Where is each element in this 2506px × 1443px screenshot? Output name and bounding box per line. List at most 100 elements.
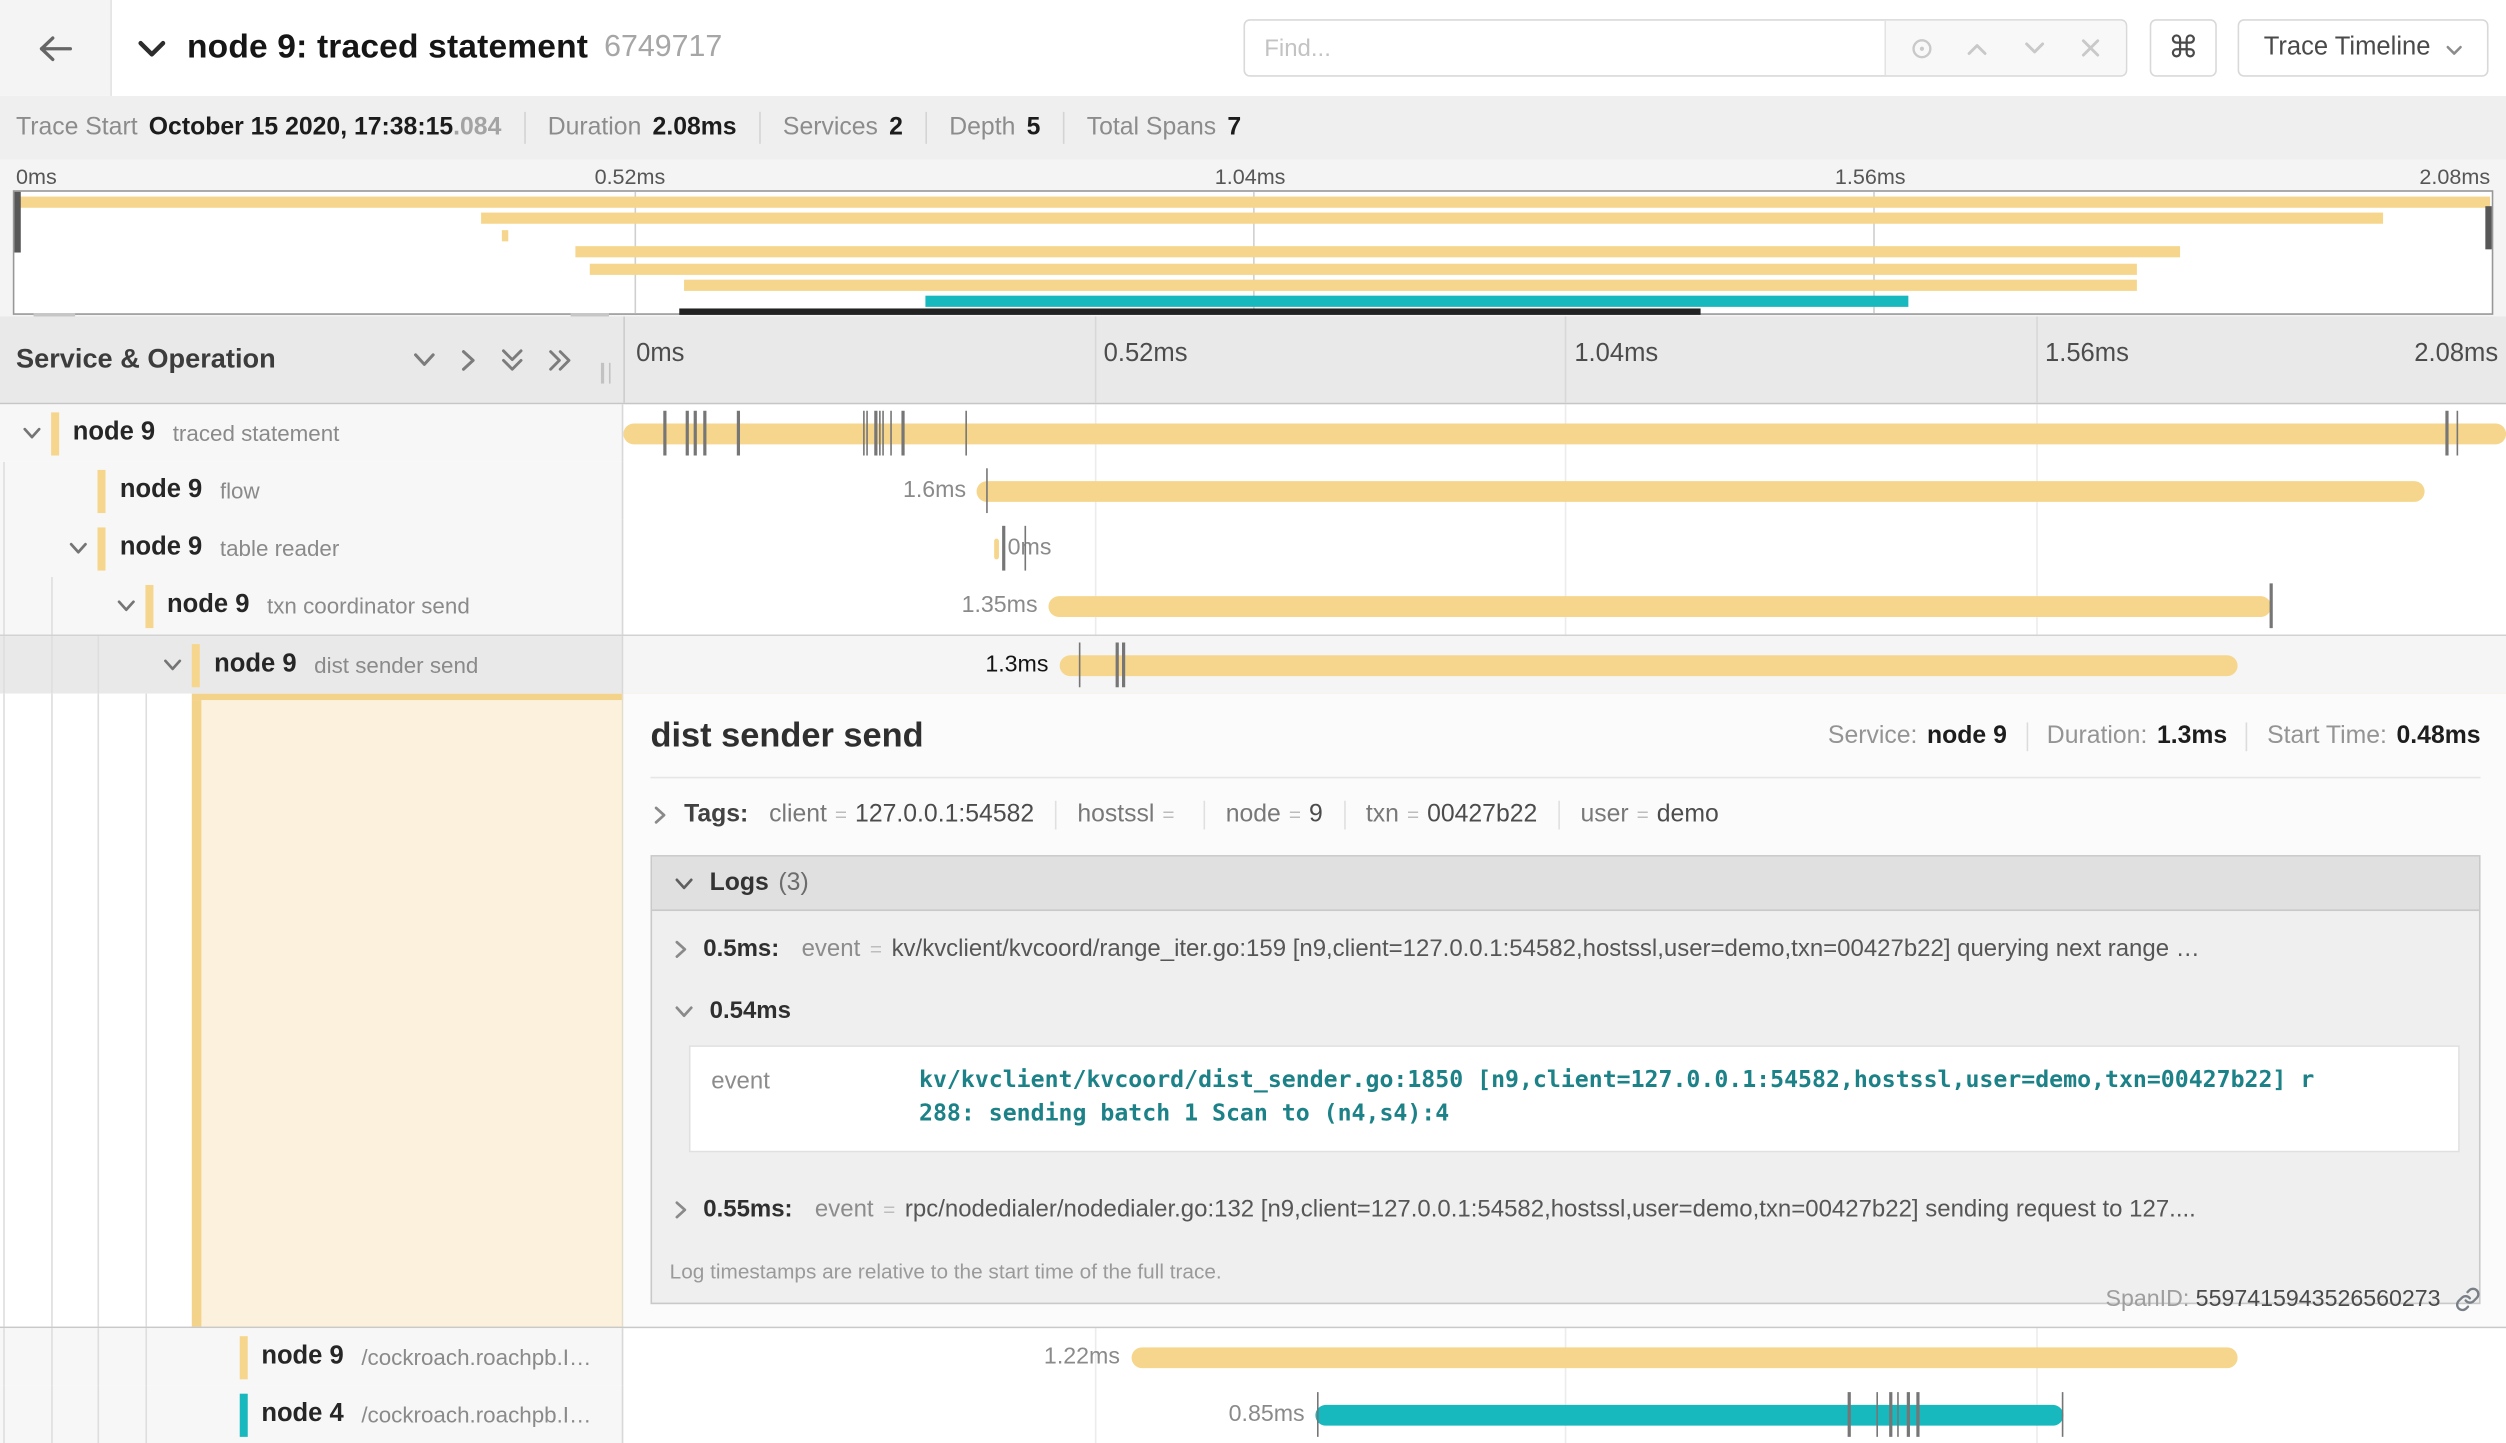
chevron-right-icon xyxy=(674,939,687,958)
logs-header[interactable]: Logs (3) xyxy=(652,857,2479,911)
span-row[interactable]: node 9traced statement xyxy=(0,404,2506,462)
summary-value-suffix: .084 xyxy=(453,113,501,142)
meta-value: node 9 xyxy=(1927,722,2007,751)
span-duration-label: 1.3ms xyxy=(985,636,1048,694)
chevron-down-icon xyxy=(674,1005,693,1018)
tag-item: client=127.0.0.1:54582 xyxy=(769,801,1034,830)
span-row[interactable]: node 9/cockroach.roachpb.I…1.22ms xyxy=(0,1328,2506,1386)
back-arrow-icon xyxy=(37,34,74,61)
log-marker-tick xyxy=(1116,643,1118,688)
span-row[interactable]: node 9flow1.6ms xyxy=(0,462,2506,520)
log-marker-tick xyxy=(2445,411,2447,456)
minimap-focus-range[interactable] xyxy=(679,308,1701,314)
span-bar[interactable] xyxy=(1060,654,2238,675)
span-bar-cell[interactable]: 1.22ms xyxy=(623,1328,2506,1386)
collapse-trace-header-icon[interactable] xyxy=(137,39,166,57)
span-row[interactable]: node 9txn coordinator send1.35ms xyxy=(0,577,2506,635)
focus-match-icon[interactable] xyxy=(1901,27,1943,69)
meta-label: Service: xyxy=(1828,722,1918,751)
log-marker-tick xyxy=(686,411,688,456)
back-button[interactable] xyxy=(0,0,112,96)
minimap-span-bar xyxy=(481,213,2383,224)
minimap-span-bar xyxy=(926,296,1909,307)
next-result-icon[interactable] xyxy=(2013,27,2055,69)
expand-all-icon[interactable] xyxy=(500,348,524,372)
collapse-all-icon[interactable] xyxy=(548,348,572,372)
meta-label: Duration: xyxy=(2047,722,2148,751)
find-tools xyxy=(1884,21,2125,75)
keyboard-shortcuts-button[interactable]: ⌘ xyxy=(2150,19,2217,77)
service-color-bar xyxy=(239,1335,247,1378)
span-name-cell[interactable]: node 9table reader xyxy=(0,519,623,577)
span-bar-cell[interactable]: 0.85ms xyxy=(623,1386,2506,1443)
summary-label: Depth xyxy=(949,113,1015,142)
span-bar-cell[interactable]: 1.35ms xyxy=(623,577,2506,635)
span-bar[interactable] xyxy=(977,480,2424,501)
log-marker-tick xyxy=(862,411,864,456)
span-name-cell[interactable]: node 9dist sender send xyxy=(0,636,623,694)
find-input[interactable] xyxy=(1245,21,1884,75)
span-bar-cell[interactable]: 0ms xyxy=(623,519,2506,577)
log-marker-tick xyxy=(882,411,884,456)
span-detail-row: dist sender send Service: node 9 Duratio… xyxy=(0,694,2506,1329)
collapse-one-level-icon[interactable] xyxy=(460,348,476,372)
span-toggle-icon[interactable] xyxy=(116,599,135,612)
span-bar[interactable] xyxy=(1049,595,2271,616)
minimap-span-bar xyxy=(502,230,508,241)
span-bar[interactable] xyxy=(623,423,2506,444)
summary-value: 5 xyxy=(1027,113,1041,142)
span-id-label: SpanID: xyxy=(2106,1287,2190,1313)
minimap-axis: 0ms 0.52ms 1.04ms 1.56ms 2.08ms xyxy=(0,160,2506,190)
span-name-cell[interactable]: node 4/cockroach.roachpb.I… xyxy=(0,1386,623,1443)
service-name: node 9 xyxy=(261,1343,343,1372)
tags-label: Tags: xyxy=(684,801,748,830)
span-bar[interactable] xyxy=(994,538,999,559)
service-name: node 4 xyxy=(261,1400,343,1429)
service-color-bar xyxy=(97,469,105,512)
detail-indent-band xyxy=(0,694,623,1327)
log-marker-tick xyxy=(1003,526,1005,571)
span-detail-panel: dist sender send Service: node 9 Duratio… xyxy=(623,694,2506,1327)
prev-result-icon[interactable] xyxy=(1957,27,1999,69)
axis-tick-label: 0ms xyxy=(16,165,57,189)
operation-name: /cockroach.roachpb.I… xyxy=(361,1344,604,1370)
log-marker-tick xyxy=(1897,1392,1899,1437)
minimap-left-scrubber[interactable] xyxy=(14,192,20,253)
log-marker-tick xyxy=(694,411,696,456)
span-bar-cell[interactable]: 1.6ms xyxy=(623,462,2506,520)
log-entry[interactable]: 0.55ms: event = rpc/nodedialer/nodediale… xyxy=(670,1196,2460,1223)
service-color-bar xyxy=(145,584,153,627)
log-entry[interactable]: 0.5ms: event = kv/kvclient/kvcoord/range… xyxy=(670,935,2460,962)
log-marker-tick xyxy=(1848,1392,1850,1437)
span-name-cell[interactable]: node 9traced statement xyxy=(0,404,623,462)
column-resize-handle[interactable] xyxy=(601,363,611,384)
minimap-canvas[interactable] xyxy=(13,190,2494,315)
span-bar[interactable] xyxy=(1316,1404,2064,1425)
summary-label: Services xyxy=(783,113,878,142)
span-row[interactable]: node 4/cockroach.roachpb.I…0.85ms xyxy=(0,1386,2506,1443)
log-entry-expanded[interactable]: 0.54ms xyxy=(670,997,2460,1024)
minimap-right-scrubber[interactable] xyxy=(2485,206,2491,249)
clear-search-icon[interactable] xyxy=(2069,27,2111,69)
span-row[interactable]: node 9table reader0ms xyxy=(0,519,2506,577)
span-bar-cell[interactable]: 1.3ms xyxy=(623,636,2506,694)
span-name-cell[interactable]: node 9flow xyxy=(0,462,623,520)
service-color-bar xyxy=(192,643,200,686)
tags-accordion[interactable]: Tags: client=127.0.0.1:54582 hostssl= no… xyxy=(651,801,2481,830)
span-row[interactable]: node 9dist sender send 1.3ms xyxy=(0,635,2506,694)
meta-label: Start Time: xyxy=(2267,722,2387,751)
log-key: event xyxy=(802,935,861,962)
span-toggle-icon[interactable] xyxy=(163,658,182,671)
expand-one-level-icon[interactable] xyxy=(412,352,436,368)
span-name-cell[interactable]: node 9/cockroach.roachpb.I… xyxy=(0,1328,623,1386)
span-toggle-icon[interactable] xyxy=(69,542,88,555)
span-toggle-icon[interactable] xyxy=(22,427,41,440)
span-bar-cell[interactable] xyxy=(623,404,2506,462)
log-value: kv/kvclient/kvcoord/dist_sender.go:1850 … xyxy=(919,1047,2325,1151)
log-marker-tick xyxy=(2062,1392,2064,1437)
trace-view-dropdown[interactable]: Trace Timeline xyxy=(2238,19,2489,77)
deep-link-icon[interactable] xyxy=(2455,1287,2481,1313)
span-name-cell[interactable]: node 9txn coordinator send xyxy=(0,577,623,635)
log-marker-tick xyxy=(889,411,891,456)
span-bar[interactable] xyxy=(1131,1347,2237,1368)
